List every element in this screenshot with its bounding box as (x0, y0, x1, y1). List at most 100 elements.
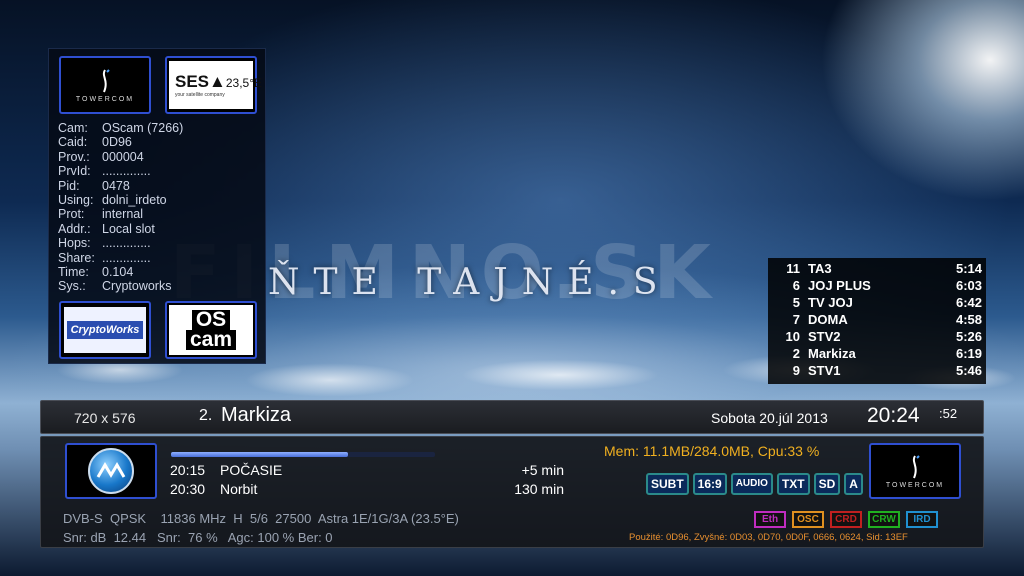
cam-info-key: Hops: (58, 236, 91, 251)
cam-info-key: PrvId: (58, 164, 91, 179)
channel-list-item[interactable]: 7 DOMA 4:58 (768, 311, 982, 328)
cam-info-row: Addr.: Local slot (58, 222, 183, 236)
cam-info-key: Prov.: (58, 149, 90, 164)
program-progress (171, 452, 435, 457)
channel-name: Markiza (221, 404, 292, 426)
channel-list-item[interactable]: 2 Markiza 6:19 (768, 345, 982, 362)
cam-info-row: Prov.: 000004 (58, 150, 183, 164)
cam-info-row: Pid: 0478 (58, 179, 183, 193)
cas-indicators: Eth OSC CRD CRW IRD (754, 511, 938, 528)
provider-logo-right: TOWERCOM (869, 443, 961, 499)
cam-info-panel: TOWERCOM SES▲23,5°E your satellite compa… (48, 48, 266, 364)
epg-item: 20:30 Norbit 130 min (170, 480, 564, 499)
cam-info-value: 0D96 (102, 135, 132, 150)
channel-list-item[interactable]: 10 STV2 5:26 (768, 328, 982, 345)
cam-info-row: Hops:.............. (58, 236, 183, 250)
cam-info-row: Sys.: Cryptoworks (58, 279, 183, 293)
channel-list-item[interactable]: 5 TV JOJ 6:42 (768, 294, 982, 311)
channel-list-number: 6 (792, 278, 800, 293)
channel-list-number: 7 (792, 312, 800, 327)
cam-info-key: Cam: (58, 121, 88, 135)
channel-list: 11 TA3 5:14 6 JOJ PLUS 6:03 5 TV JOJ 6:42 7 DOMA 4:… (768, 258, 986, 384)
stream-badge: SUBT (646, 473, 689, 495)
cam-info-value: Cryptoworks (102, 279, 172, 294)
channel-list-item[interactable]: 6 JOJ PLUS 6:03 (768, 277, 982, 294)
channel-list-name: STV1 (808, 363, 841, 378)
cam-info-value: 0.104 (102, 265, 134, 280)
epg-item: 20:15 POČASIE +5 min (170, 461, 564, 480)
stream-badge: 16:9 (692, 473, 727, 495)
clock-time: 20:24 (867, 404, 920, 427)
channel-list-time: 6:03 (955, 278, 982, 293)
infobar-title: 720 x 576 2. Markiza Sobota 20.júl 2013 … (40, 400, 984, 434)
cam-info-row: Caid: 0D96 (58, 135, 183, 149)
cam-info-value: 0478 (102, 178, 130, 193)
cam-info-row: Using: dolni_irdeto (58, 193, 183, 207)
satellite-logo: SES▲23,5°E your satellite company (165, 56, 262, 114)
cas-indicator: IRD (906, 511, 938, 528)
channel-list-time: 6:19 (955, 346, 982, 361)
cam-info-key: Caid: (58, 135, 88, 150)
program-progress-fill (171, 452, 348, 457)
cas-indicator: CRW (868, 511, 900, 528)
cam-info-rows: Cam: OScam (7266) Caid: 0D96 Prov.: 000004 Prv… (58, 121, 183, 294)
cam-info-value: OScam (7266) (102, 121, 184, 135)
cas-indicator: CRD (830, 511, 862, 528)
stream-badge: AUDIO (730, 473, 773, 495)
emu-logo: OS cam (165, 301, 257, 359)
cam-info-key: Using: (58, 193, 94, 208)
epg-duration: +5 min (521, 462, 564, 478)
date: Sobota 20.júl 2013 (711, 410, 828, 426)
channel-list-number: 11 (786, 261, 800, 276)
stream-badge: TXT (776, 473, 810, 495)
epg-title: Norbit (220, 481, 258, 497)
channel-list-number: 10 (785, 329, 800, 344)
channel-list-item[interactable]: 11 TA3 5:14 (768, 260, 982, 277)
cam-info-row: Time: 0.104 (58, 265, 183, 279)
stream-badge: SD (813, 473, 841, 495)
channel-list-name: TV JOJ (808, 295, 853, 310)
clock-seconds: :52 (939, 406, 958, 421)
channel-list-number: 2 (792, 346, 800, 361)
cam-info-value: .............. (102, 236, 151, 251)
epg-time: 20:15 (170, 462, 206, 478)
markiza-icon (88, 448, 134, 494)
channel-list-name: TA3 (808, 261, 832, 276)
epg-time: 20:30 (170, 481, 206, 497)
cam-info-value: dolni_irdeto (102, 193, 167, 208)
cas-indicator: Eth (754, 511, 786, 528)
memory-cpu-status: Mem: 11.1MB/284.0MB, Cpu:33 % (604, 443, 820, 459)
channel-list-time: 5:46 (955, 363, 982, 378)
cam-info-value: .............. (102, 164, 151, 179)
channel-logo (65, 443, 157, 499)
cam-info-key: Share: (58, 250, 95, 265)
cam-info-row: Share:.............. (58, 251, 183, 265)
stream-badges: SUBT 16:9 AUDIO TXT SD A (646, 473, 863, 495)
provider-logo: TOWERCOM (59, 56, 151, 114)
cam-info-key: Sys.: (58, 279, 86, 294)
channel-list-time: 6:42 (955, 295, 982, 310)
channel-list-number: 9 (792, 363, 800, 378)
channel-list-name: DOMA (808, 312, 848, 327)
video-resolution: 720 x 576 (74, 410, 136, 426)
channel-list-time: 4:58 (955, 312, 982, 327)
cam-info-row: Cam: OScam (7266) (58, 121, 183, 135)
channel-list-time: 5:26 (955, 329, 982, 344)
cas-logo: CryptoWorks (59, 301, 151, 359)
towercom-icon (102, 68, 110, 92)
stream-badge: A (844, 473, 863, 495)
cam-info-key: Time: (58, 265, 89, 280)
background-headline: ŇTE TAJNÉ.S (268, 262, 672, 303)
cas-indicator: OSC (792, 511, 824, 528)
channel-list-name: Markiza (808, 346, 856, 361)
channel-list-item[interactable]: 9 STV1 5:46 (768, 362, 982, 379)
used-caids: Použité: 0D96, Zvyšné: 0D03, 0D70, 0D0F,… (629, 532, 908, 543)
channel-list-time: 5:14 (955, 261, 982, 276)
signal-line: Snr: dB 12.44 Snr: 76 % Agc: 100 % Ber: … (63, 530, 333, 545)
cam-info-value: internal (102, 207, 143, 222)
epg-title: POČASIE (220, 462, 283, 478)
epg-list: 20:15 POČASIE +5 min 20:30 Norbit 130 min (170, 461, 564, 499)
channel-number: 2. (199, 407, 213, 424)
infobar-details: 20:15 POČASIE +5 min 20:30 Norbit 130 min Mem… (40, 436, 984, 548)
cam-info-key: Prot: (58, 207, 85, 222)
